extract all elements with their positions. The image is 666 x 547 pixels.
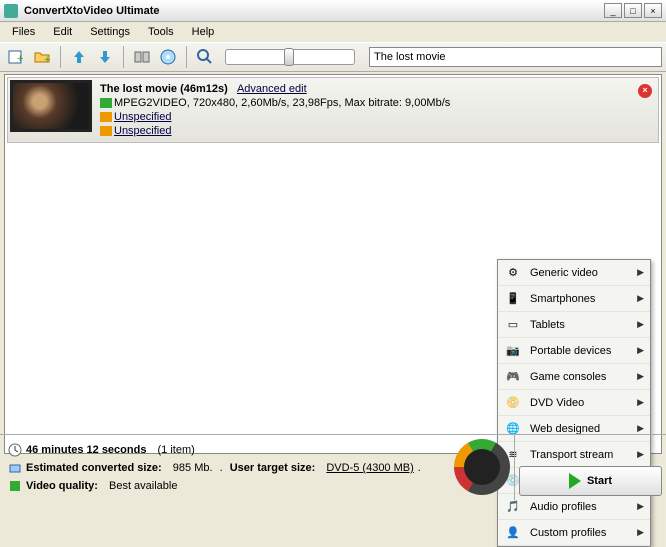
- toolbar: + +: [0, 42, 666, 72]
- menu-settings[interactable]: Settings: [82, 24, 138, 40]
- duration-text: 46 minutes 12 seconds: [26, 441, 146, 459]
- svg-text:+: +: [17, 53, 23, 65]
- clock-icon: [8, 443, 22, 457]
- chevron-right-icon: ▶: [637, 501, 644, 512]
- move-up-button[interactable]: [67, 45, 91, 69]
- profile-label: Portable devices: [530, 345, 637, 357]
- profile-icon: ▭: [504, 316, 522, 334]
- chevron-right-icon: ▶: [637, 423, 644, 434]
- profile-label: DVD Video: [530, 397, 637, 409]
- size-icon: [8, 461, 22, 475]
- profile-label: Custom profiles: [530, 527, 637, 539]
- remove-item-button[interactable]: ×: [638, 84, 652, 98]
- video-info: MPEG2VIDEO, 720x480, 2,60Mb/s, 23,98Fps,…: [114, 97, 450, 109]
- item-title: The lost movie (46m12s): [100, 83, 228, 95]
- close-button[interactable]: ×: [644, 3, 662, 18]
- move-down-button[interactable]: [93, 45, 117, 69]
- profile-label: Smartphones: [530, 293, 637, 305]
- play-icon: [569, 473, 581, 489]
- profile-icon: 👤: [504, 524, 522, 542]
- profile-popup-menu: ⚙Generic video▶📱Smartphones▶▭Tablets▶📷Po…: [497, 259, 651, 547]
- video-badge-icon: [100, 98, 112, 108]
- thumbnail[interactable]: [10, 80, 92, 132]
- preview-button[interactable]: [193, 45, 217, 69]
- profile-icon: 🎮: [504, 368, 522, 386]
- profile-item-portable-devices[interactable]: 📷 Portable devices▶: [498, 338, 650, 364]
- profile-item-game-consoles[interactable]: 🎮 Game consoles▶: [498, 364, 650, 390]
- app-icon: [4, 4, 18, 18]
- quality-icon: [8, 479, 22, 493]
- advanced-edit-link[interactable]: Advanced edit: [237, 83, 307, 95]
- chevron-right-icon: ▶: [637, 293, 644, 304]
- profile-item-dvd-video[interactable]: 📀 DVD Video▶: [498, 390, 650, 416]
- window-title: ConvertXtoVideo Ultimate: [24, 5, 604, 17]
- profile-label: Web designed: [530, 423, 637, 435]
- content-area: The lost movie (46m12s) Advanced edit MP…: [4, 74, 662, 454]
- start-label: Start: [587, 475, 612, 487]
- add-folder-button[interactable]: +: [30, 45, 54, 69]
- item-info: The lost movie (46m12s) Advanced edit MP…: [92, 80, 458, 140]
- add-file-button[interactable]: +: [4, 45, 28, 69]
- target-size-link[interactable]: DVD-5 (4300 MB): [326, 459, 413, 477]
- zoom-slider[interactable]: [225, 49, 355, 65]
- profile-item-generic-video[interactable]: ⚙ Generic video▶: [498, 260, 650, 286]
- statusbar: 46 minutes 12 seconds (1 item) Estimated…: [0, 434, 666, 500]
- menu-files[interactable]: Files: [4, 24, 43, 40]
- profile-icon: 🎵: [504, 498, 522, 516]
- profile-icon: 📱: [504, 290, 522, 308]
- quality-value: Best available: [109, 477, 178, 495]
- menu-tools[interactable]: Tools: [140, 24, 182, 40]
- item-count: (1 item): [158, 441, 195, 459]
- profile-item-smartphones[interactable]: 📱 Smartphones▶: [498, 286, 650, 312]
- chevron-right-icon: ▶: [637, 345, 644, 356]
- chevron-right-icon: ▶: [637, 371, 644, 382]
- menu-help[interactable]: Help: [184, 24, 223, 40]
- media-item-row[interactable]: The lost movie (46m12s) Advanced edit MP…: [7, 77, 659, 143]
- target-size-label: User target size:: [230, 459, 316, 477]
- svg-text:+: +: [44, 54, 50, 66]
- titlebar: ConvertXtoVideo Ultimate _ □ ×: [0, 0, 666, 22]
- chevron-right-icon: ▶: [637, 319, 644, 330]
- audio-link[interactable]: Unspecified: [114, 111, 171, 123]
- quality-gauge: [454, 439, 510, 495]
- minimize-button[interactable]: _: [604, 3, 622, 18]
- maximize-button[interactable]: □: [624, 3, 642, 18]
- disc-button[interactable]: [156, 45, 180, 69]
- subs-badge-icon: [100, 126, 112, 136]
- profile-label: Tablets: [530, 319, 637, 331]
- start-button[interactable]: Start: [519, 466, 662, 496]
- profile-label: Generic video: [530, 267, 637, 279]
- profile-label: Game consoles: [530, 371, 637, 383]
- menubar: Files Edit Settings Tools Help: [0, 22, 666, 42]
- merge-button[interactable]: [130, 45, 154, 69]
- est-size-value: 985 Mb.: [173, 459, 213, 477]
- audio-badge-icon: [100, 112, 112, 122]
- chevron-right-icon: ▶: [637, 267, 644, 278]
- est-size-label: Estimated converted size:: [26, 459, 162, 477]
- quality-label: Video quality:: [26, 477, 98, 495]
- title-input[interactable]: [369, 47, 662, 67]
- slider-thumb[interactable]: [284, 48, 294, 66]
- profile-item-tablets[interactable]: ▭ Tablets▶: [498, 312, 650, 338]
- menu-edit[interactable]: Edit: [45, 24, 80, 40]
- chevron-right-icon: ▶: [637, 397, 644, 408]
- profile-item-custom-profiles[interactable]: 👤 Custom profiles▶: [498, 520, 650, 546]
- profile-icon: 📷: [504, 342, 522, 360]
- chevron-right-icon: ▶: [637, 527, 644, 538]
- profile-icon: 📀: [504, 394, 522, 412]
- subs-link[interactable]: Unspecified: [114, 125, 171, 137]
- profile-label: Audio profiles: [530, 501, 637, 513]
- profile-icon: ⚙: [504, 264, 522, 282]
